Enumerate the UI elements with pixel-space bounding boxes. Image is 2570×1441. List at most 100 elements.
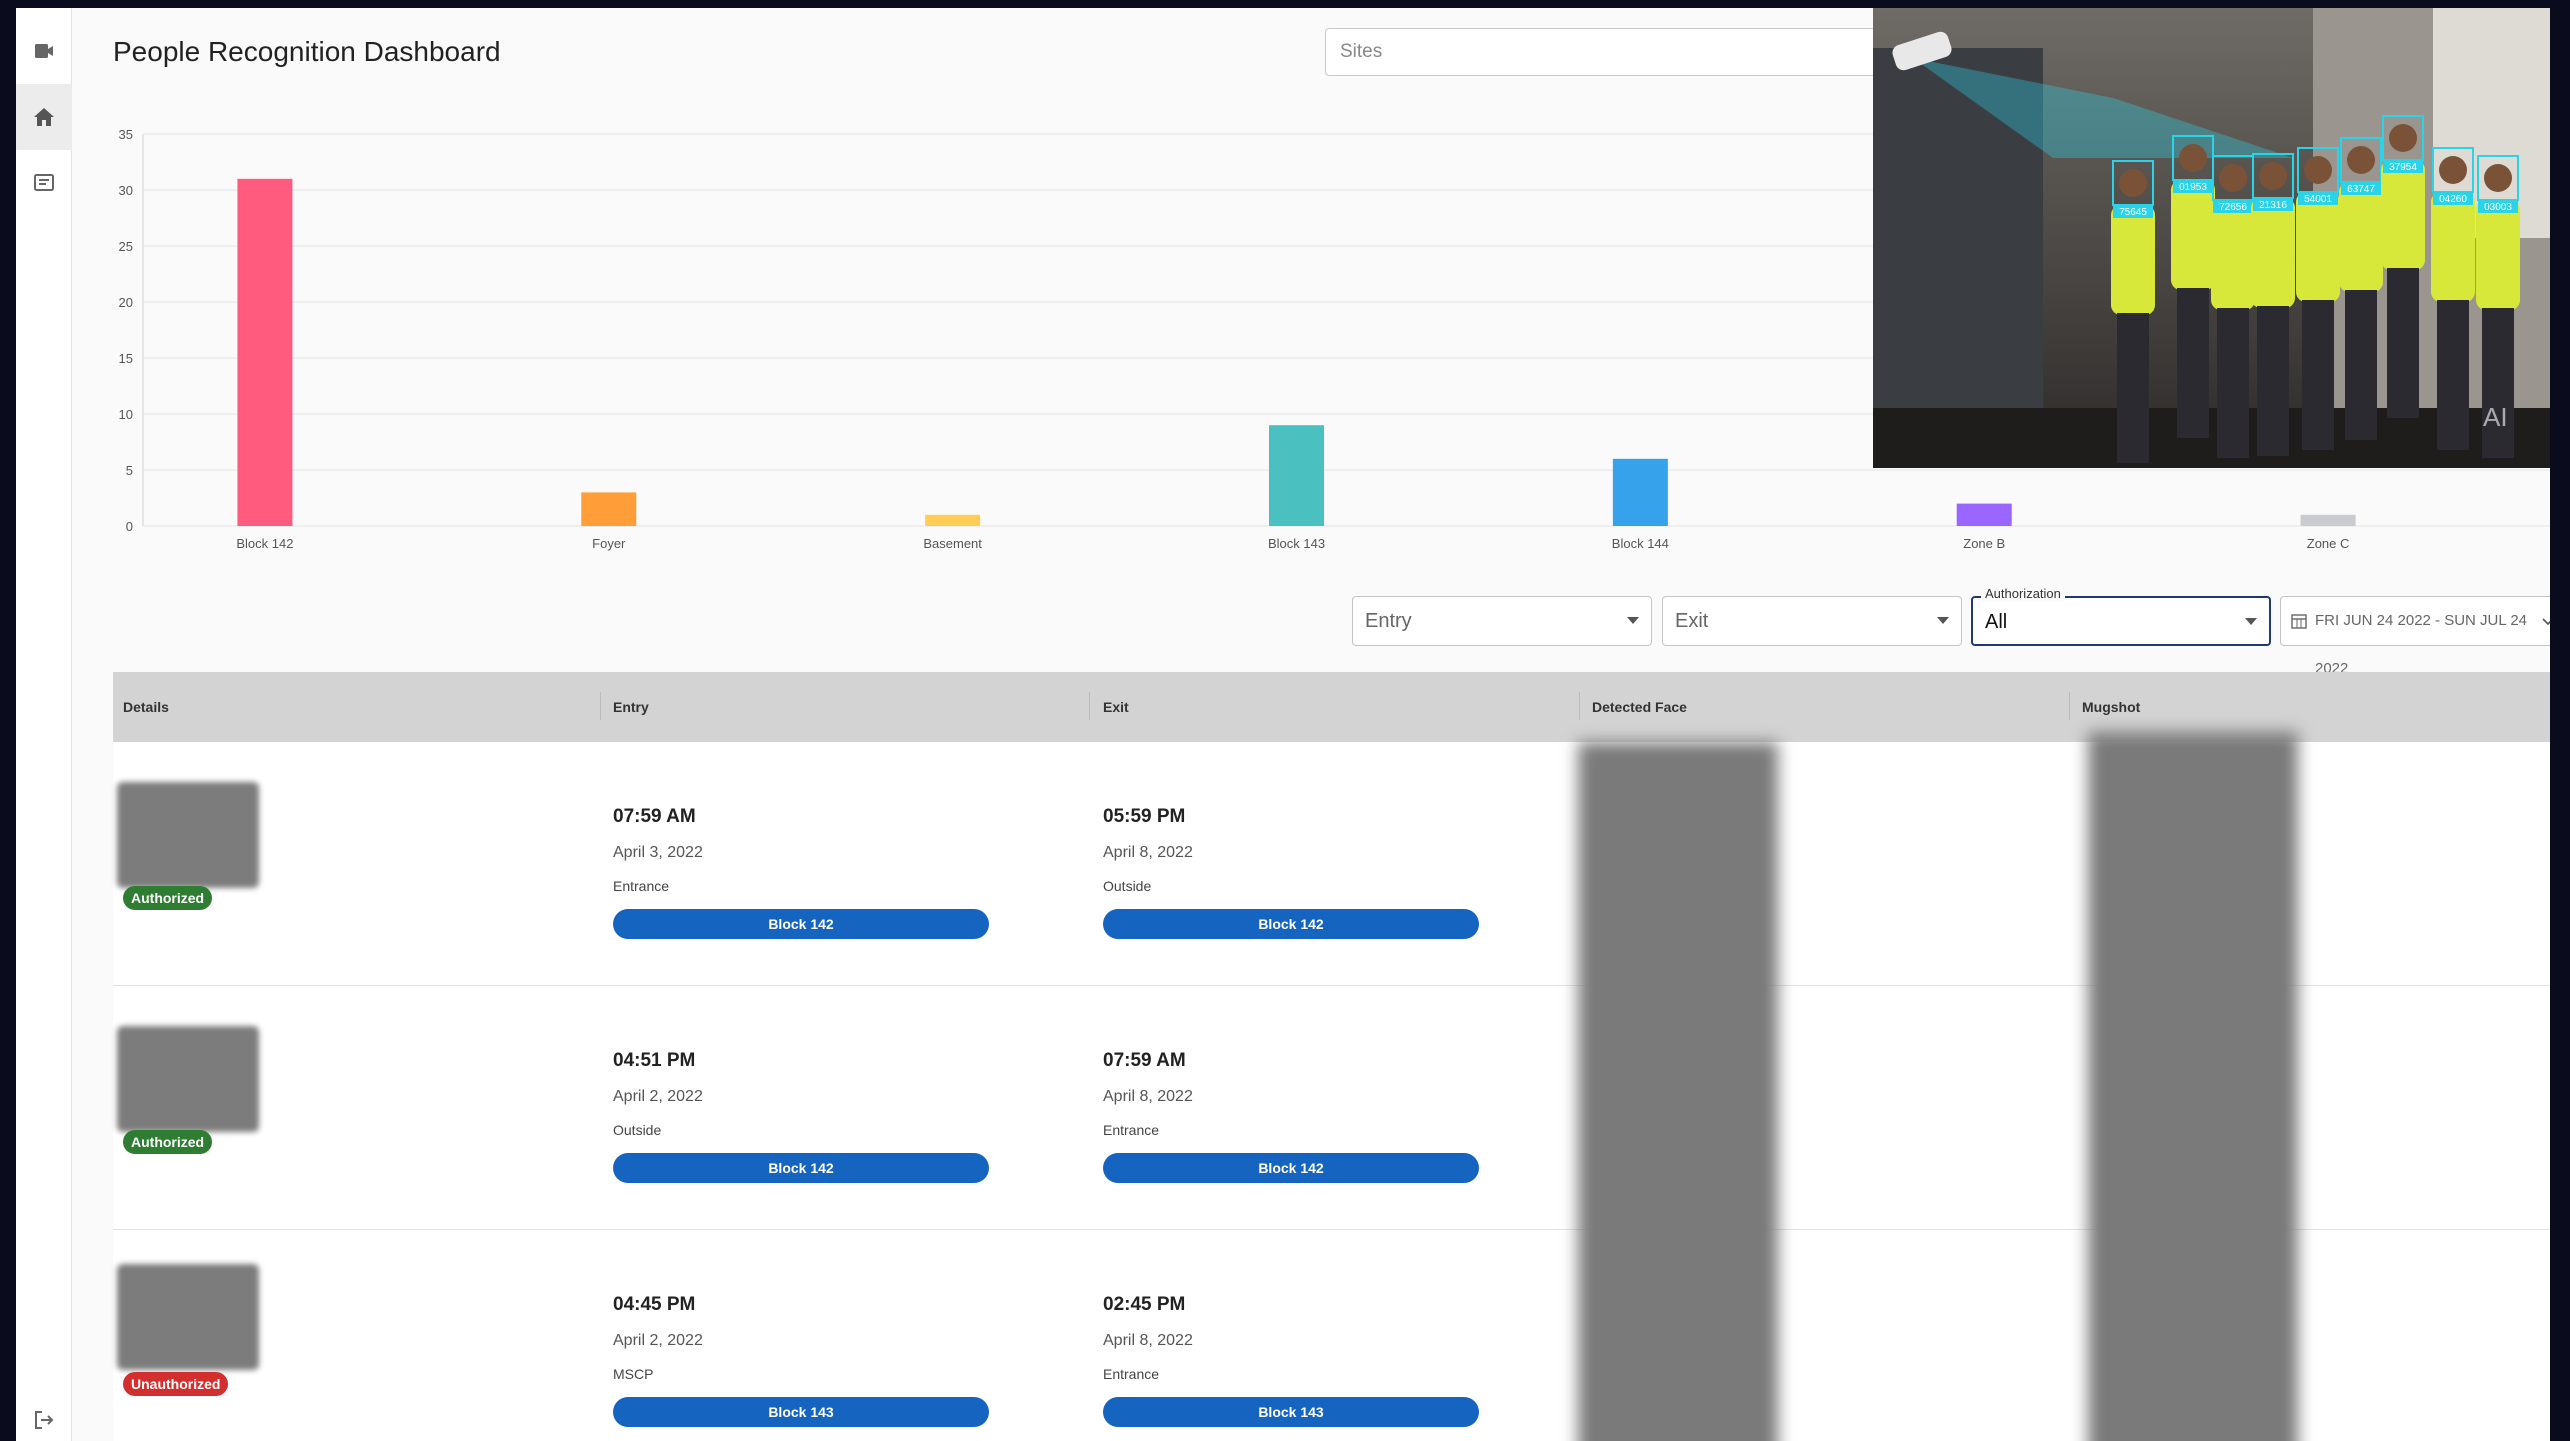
bar-block-142[interactable] (237, 178, 293, 527)
bar-block-144[interactable] (1612, 458, 1668, 526)
video-camera-icon (35, 44, 53, 58)
face-id-label: 01953 (2179, 182, 2207, 193)
person-thumbnail (117, 1264, 259, 1370)
bar-zone-b[interactable] (1956, 503, 2012, 526)
column-header-exit[interactable]: Exit (1103, 699, 1129, 715)
surveillance-illustration: 75645 01953 72656 21316 54001 63747 37954 04260… (1873, 8, 2550, 468)
worker-head (2347, 146, 2375, 174)
column-header-entry[interactable]: Entry (613, 699, 649, 715)
column-header-details[interactable]: Details (123, 699, 169, 715)
worker-legs (2117, 313, 2149, 463)
sidebar-item-logout[interactable] (16, 1398, 72, 1441)
column-separator (1579, 692, 1580, 720)
exit-time: 07:59 AM (1103, 1050, 1186, 1071)
sidebar-item-video[interactable] (16, 18, 72, 84)
sidebar-item-list[interactable] (16, 150, 72, 216)
face-id-label: 04260 (2439, 194, 2467, 205)
entry-time: 04:51 PM (613, 1050, 696, 1071)
sidebar (16, 8, 72, 1441)
column-separator (600, 692, 601, 720)
face-id-label: 03003 (2484, 202, 2512, 213)
worker-head (2119, 169, 2147, 197)
entry-block-button[interactable]: Block 142 (613, 909, 989, 939)
column-separator (2069, 692, 2070, 720)
worker-legs (2177, 288, 2209, 438)
sites-select[interactable]: Sites (1325, 28, 1885, 76)
column-header-mugshot[interactable]: Mugshot (2082, 699, 2140, 715)
y-tick-label: 35 (119, 127, 133, 142)
worker-head (2219, 164, 2247, 192)
authorization-select[interactable]: Authorization All (1971, 586, 2271, 646)
chevron-down-icon (2542, 618, 2550, 626)
date-range-picker[interactable]: FRI JUN 24 2022 - SUN JUL 24 2022 (2280, 596, 2550, 677)
list-icon (34, 174, 54, 191)
entry-select[interactable]: Entry (1352, 596, 1652, 646)
worker-legs (2387, 268, 2419, 418)
bar-basement[interactable] (925, 514, 981, 526)
x-tick-label: Zone C (2307, 536, 2350, 551)
status-badge: Authorized (123, 886, 213, 910)
camera-inset-photo: 75645 01953 72656 21316 54001 63747 37954 04260… (1873, 8, 2550, 468)
entry-date: April 3, 2022 (613, 844, 703, 861)
authorization-value: All (1985, 611, 2008, 633)
face-id-label: 75645 (2119, 207, 2147, 218)
exit-location: Outside (1103, 878, 1152, 894)
worker-legs (2345, 290, 2377, 440)
exit-date: April 8, 2022 (1103, 844, 1193, 861)
x-tick-label: Basement (923, 536, 982, 551)
exit-date: April 8, 2022 (1103, 1088, 1193, 1105)
y-tick-label: 15 (119, 351, 133, 366)
exit-date: April 8, 2022 (1103, 1332, 1193, 1349)
column-separator (1089, 692, 1090, 720)
detected-face-image (1578, 742, 1778, 1441)
exit-block-button[interactable]: Block 143 (1103, 1397, 1479, 1427)
bar-foyer[interactable] (581, 492, 637, 526)
entry-block-button[interactable]: Block 142 (613, 1153, 989, 1183)
mugshot-image (2088, 732, 2298, 1441)
worker-vest (2476, 200, 2520, 310)
exit-time: 02:45 PM (1103, 1294, 1186, 1315)
date-range-text: FRI JUN 24 2022 - SUN JUL 24 2022 (2315, 612, 2528, 677)
chevron-down-icon (1627, 617, 1639, 624)
worker-legs (2302, 300, 2334, 450)
exit-select-label: Exit (1675, 610, 1709, 632)
x-tick-label: Block 142 (236, 536, 293, 551)
column-header-detected-face[interactable]: Detected Face (1592, 699, 1687, 715)
bar-block-143[interactable] (1269, 425, 1324, 526)
worker-vest (2431, 192, 2475, 302)
exit-block-button[interactable]: Block 142 (1103, 909, 1479, 939)
x-tick-label: Block 143 (1268, 536, 1325, 551)
main-content: People Recognition Dashboard Sites 0 5 10 1… (73, 8, 2550, 1441)
entry-date: April 2, 2022 (613, 1332, 703, 1349)
exit-select[interactable]: Exit (1662, 596, 1962, 646)
face-id-label: 63747 (2347, 184, 2375, 195)
entry-select-label: Entry (1365, 610, 1412, 632)
worker-head (2389, 124, 2417, 152)
y-tick-label: 30 (119, 183, 133, 198)
x-tick-label: Zone B (1963, 536, 2005, 551)
authorization-legend: Authorization (1981, 586, 2065, 602)
status-badge: Unauthorized (123, 1372, 229, 1396)
x-tick-label: Foyer (592, 536, 626, 551)
entry-location: Entrance (613, 878, 670, 894)
bar-zone-c[interactable] (2300, 514, 2356, 526)
y-tick-label: 10 (119, 407, 133, 422)
sidebar-item-home[interactable] (16, 84, 72, 150)
entry-block-button[interactable]: Block 143 (613, 1397, 989, 1427)
y-tick-label: 25 (119, 239, 133, 254)
face-id-label: 72656 (2219, 202, 2247, 213)
face-id-label: 21316 (2259, 200, 2287, 211)
chevron-down-icon (1937, 617, 1949, 624)
worker-head (2179, 144, 2207, 172)
page-title: People Recognition Dashboard (113, 36, 501, 67)
worker-legs (2482, 308, 2514, 458)
person-thumbnail (117, 1026, 259, 1132)
worker-vest (2171, 180, 2215, 290)
worker-legs (2437, 300, 2469, 450)
y-tick-label: 20 (119, 295, 133, 310)
entry-date: April 2, 2022 (613, 1088, 703, 1105)
entry-location: Outside (613, 1122, 662, 1138)
worker-head (2304, 156, 2332, 184)
y-tick-label: 5 (126, 463, 133, 478)
exit-block-button[interactable]: Block 142 (1103, 1153, 1479, 1183)
